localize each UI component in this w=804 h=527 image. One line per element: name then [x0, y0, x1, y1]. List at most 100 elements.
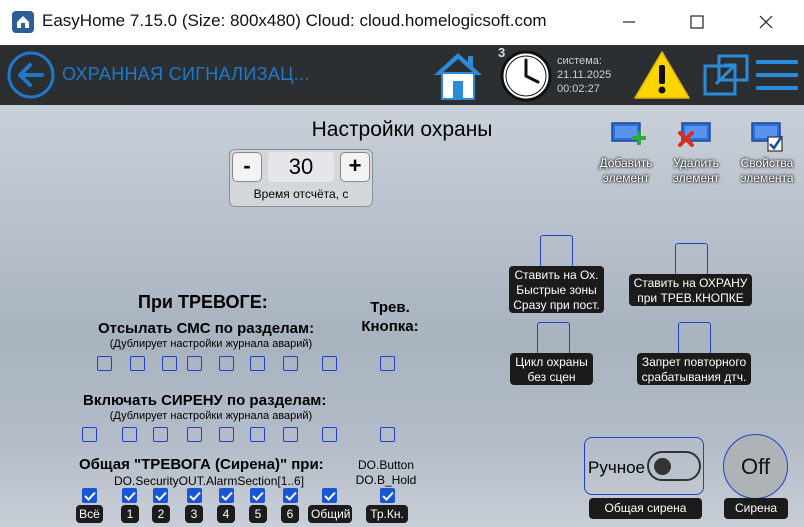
label-general: Общий — [308, 505, 352, 523]
maximize-icon — [690, 15, 704, 29]
sms-checkbox-6[interactable] — [283, 356, 298, 371]
element-properties-label-line2: элемента — [740, 171, 794, 185]
label-2: 2 — [152, 505, 170, 523]
panic-do-signals: DO.Button DO.B_Hold — [348, 458, 424, 488]
delete-element-label: Удалить элемент — [666, 156, 726, 186]
siren-checkbox-4[interactable] — [219, 427, 234, 442]
sms-checkbox-general[interactable] — [322, 356, 337, 371]
timer-caption: Время отсчёта, с — [253, 187, 349, 201]
sms-checkbox-5[interactable] — [250, 356, 265, 371]
sms-checkbox-2[interactable] — [162, 356, 177, 371]
sms-checkbox-3[interactable] — [187, 356, 202, 371]
checkmark-icon — [251, 491, 264, 501]
siren-section-title: Включать СИРЕНУ по разделам: — [83, 392, 327, 409]
back-button[interactable] — [6, 50, 56, 100]
hamburger-menu-icon — [756, 60, 798, 90]
panic-button-heading-line1: Трев. — [370, 299, 410, 316]
manual-label: Ручное — [588, 458, 645, 477]
block-repeat-trigger-label: Запрет повторного срабатывания дтч. — [637, 353, 751, 385]
siren-checkbox-2[interactable] — [153, 427, 168, 442]
maximize-button[interactable] — [677, 8, 717, 36]
window-title: EasyHome 7.15.0 (Size: 800x480) Cloud: c… — [42, 11, 547, 30]
sms-checkbox-panic[interactable] — [380, 356, 395, 371]
cycle-without-scenes-checkbox[interactable] — [537, 322, 570, 355]
general-checkbox-panic[interactable] — [380, 488, 395, 503]
general-checkbox-all[interactable] — [82, 488, 97, 503]
sms-checkbox-1[interactable] — [130, 356, 145, 371]
siren-checkbox-all[interactable] — [82, 427, 97, 442]
manual-switch-track[interactable] — [647, 451, 701, 481]
block-repeat-trigger-line1: Запрет повторного — [641, 355, 747, 369]
block-repeat-trigger-line2: срабатывания дтч. — [641, 370, 747, 384]
do-button-signal: DO.Button — [357, 458, 415, 472]
checkmark-icon — [284, 491, 297, 501]
app-icon — [12, 11, 34, 33]
do-hold-signal: DO.B_Hold — [355, 473, 417, 487]
header-title: ОХРАННАЯ СИГНАЛИЗАЦ... — [62, 64, 310, 84]
delete-element-label-line1: Удалить — [673, 156, 719, 170]
manual-switch-knob — [654, 458, 671, 475]
clock-icon — [500, 50, 552, 102]
general-checkbox-6[interactable] — [283, 488, 298, 503]
element-properties-button[interactable]: Свойства элемента — [736, 120, 798, 188]
label-6: 6 — [281, 505, 299, 523]
label-panic: Тр.Кн. — [366, 505, 408, 523]
sms-checkbox-all[interactable] — [97, 356, 112, 371]
label-4: 4 — [217, 505, 235, 523]
siren-checkbox-general[interactable] — [322, 427, 337, 442]
close-button[interactable] — [746, 8, 786, 36]
checkmark-icon — [323, 491, 336, 501]
checkmark-icon — [220, 491, 233, 501]
checkmark-icon — [123, 491, 136, 501]
delete-element-label-line2: элемент — [672, 171, 720, 185]
siren-checkbox-3[interactable] — [187, 427, 202, 442]
system-datetime: система: 21.11.2025 00:02:27 — [557, 54, 611, 96]
sms-checkbox-4[interactable] — [219, 356, 234, 371]
siren-checkbox-5[interactable] — [250, 427, 265, 442]
label-5: 5 — [249, 505, 267, 523]
siren-checkbox-1[interactable] — [122, 427, 137, 442]
timer-value[interactable]: 30 — [268, 152, 334, 182]
checkmark-icon — [381, 491, 394, 501]
clock-button[interactable] — [498, 48, 554, 102]
general-checkbox-general[interactable] — [322, 488, 337, 503]
arm-on-panic-button-label: Ставить на ОХРАНУ при ТРЕВ.КНОПКЕ — [629, 274, 752, 306]
delete-element-button[interactable]: Удалить элемент — [666, 120, 726, 188]
close-icon — [759, 15, 773, 29]
block-repeat-trigger-checkbox[interactable] — [678, 322, 711, 355]
arm-quick-zones-checkbox[interactable] — [540, 235, 573, 268]
arm-quick-zones-line2: Быстрые зоны — [516, 283, 597, 297]
siren-checkbox-panic[interactable] — [380, 427, 395, 442]
element-properties-label-line1: Свойства — [740, 156, 794, 170]
arm-on-panic-button-checkbox[interactable] — [675, 243, 708, 276]
general-checkbox-2[interactable] — [153, 488, 168, 503]
minimize-button[interactable] — [609, 8, 649, 36]
arm-quick-zones-line3: Сразу при пост. — [513, 298, 600, 312]
siren-caption: Сирена — [724, 498, 788, 519]
back-arrow-icon — [7, 51, 55, 99]
siren-checkbox-6[interactable] — [283, 427, 298, 442]
alarm-warning-button[interactable] — [632, 49, 692, 101]
fullscreen-button[interactable] — [702, 52, 750, 98]
manual-siren-toggle[interactable]: Ручное — [584, 437, 704, 495]
siren-state-button[interactable]: Off — [723, 434, 788, 499]
general-checkbox-4[interactable] — [219, 488, 234, 503]
alarm-heading: При ТРЕВОГЕ: — [138, 292, 268, 312]
home-button[interactable] — [430, 48, 486, 102]
general-checkbox-5[interactable] — [250, 488, 265, 503]
label-1: 1 — [121, 505, 139, 523]
manual-caption: Общая сирена — [589, 498, 702, 519]
menu-button[interactable] — [756, 56, 798, 94]
panic-button-heading: Трев. Кнопка: — [352, 298, 428, 336]
add-element-button[interactable]: Добавить элемент — [596, 120, 656, 188]
general-checkbox-1[interactable] — [122, 488, 137, 503]
sms-section-title: Отсылать СМС по разделам: — [98, 320, 315, 337]
checkmark-icon — [83, 491, 96, 501]
home-icon — [434, 53, 482, 100]
general-checkbox-3[interactable] — [187, 488, 202, 503]
delete-element-icon — [678, 122, 711, 147]
timer-increment-button[interactable]: + — [340, 152, 370, 182]
general-alarm-source: DO.SecurityOUT.AlarmSection[1..6] — [114, 474, 305, 488]
timer-decrement-button[interactable]: - — [232, 152, 262, 182]
arm-quick-zones-label: Ставить на Ох. Быстрые зоны Сразу при по… — [509, 266, 604, 313]
